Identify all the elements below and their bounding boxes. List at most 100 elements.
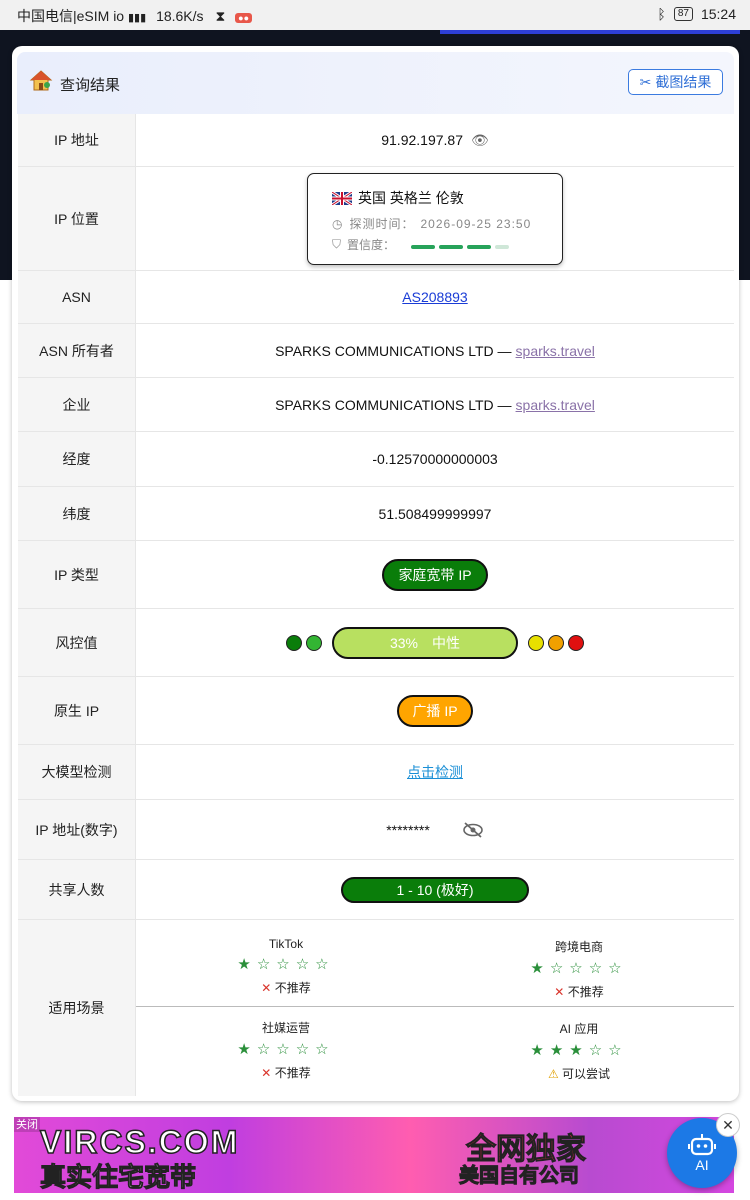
scenario-ai-apps: AI 应用 ★★★☆☆ ⚠ 可以尝试: [434, 1020, 724, 1082]
row-label: 企业: [18, 378, 136, 431]
shared-users-text: 1 - 10 (极好): [396, 881, 474, 898]
ip-type-badge: 家庭宽带 IP: [382, 558, 488, 591]
row-llm-check: 大模型检测 点击检测: [18, 745, 734, 800]
ip-type-text: 家庭宽带 IP: [398, 566, 472, 583]
scenario-cross-border-ecommerce: 跨境电商 ★☆☆☆☆ ✕ 不推荐: [434, 938, 724, 1000]
scenarios-grid: TikTok ★☆☆☆☆ ✕ 不推荐 跨境电商 ★☆☆☆☆ ✕ 不推荐 社媒运营…: [136, 920, 734, 1096]
row-label: 大模型检测: [18, 745, 136, 799]
confidence-segment: [467, 244, 492, 249]
row-value: 1 - 10 (极好): [136, 860, 734, 919]
scenario-verdict: ✕ 不推荐: [141, 979, 431, 996]
verdict-text: 不推荐: [567, 985, 604, 999]
page-title: 查询结果: [60, 77, 121, 94]
eye-icon[interactable]: 👁: [471, 132, 489, 149]
row-label: 适用场景: [18, 920, 136, 1096]
risk-meter: 33% 中性: [332, 626, 518, 659]
risk-dot: [286, 634, 302, 651]
battery-icon: 87: [673, 7, 693, 21]
risk-dot: [548, 634, 564, 651]
cross-icon: ✕: [554, 985, 565, 999]
risk-level: 中性: [432, 634, 461, 651]
shield-check-icon: ⛉: [332, 237, 342, 251]
row-ip-numeric: IP 地址(数字) ********: [18, 800, 734, 860]
robot-icon: [688, 1134, 716, 1156]
latitude-value: 51.508499999997: [378, 505, 492, 522]
risk-dot: [528, 634, 544, 651]
row-company: 企业 SPARKS COMMUNICATIONS LTD — sparks.tr…: [18, 378, 734, 432]
scenario-name: 跨境电商: [554, 940, 603, 954]
ip-numeric-masked: ********: [386, 821, 430, 838]
cross-icon: ✕: [261, 981, 272, 995]
asn-owner-value: SPARKS COMMUNICATIONS LTD —: [275, 342, 512, 359]
scenario-verdict: ✕ 不推荐: [434, 983, 724, 1000]
row-value: 英国 英格兰 伦敦 ◷ 探测时间： 2026-09-25 23:50 ⛉ 置信度…: [136, 167, 734, 270]
asn-link[interactable]: AS208893: [402, 289, 467, 305]
rating-stars: ★★★☆☆: [530, 1042, 628, 1059]
status-right: ᛒ 87 15:24: [657, 6, 736, 22]
scenario-name: AI 应用: [559, 1022, 599, 1036]
row-longitude: 经度 -0.12570000000003: [18, 432, 734, 487]
row-ip-type: IP 类型 家庭宽带 IP: [18, 541, 734, 609]
rating-stars: ★☆☆☆☆: [237, 956, 335, 973]
screenshot-button-label: 截图结果: [655, 74, 712, 90]
card-header: 查询结果 ✂ 截图结果: [17, 52, 734, 114]
close-icon[interactable]: ✕: [716, 1113, 740, 1137]
row-label: 经度: [18, 432, 136, 486]
row-scenarios: 适用场景 TikTok ★☆☆☆☆ ✕ 不推荐 跨境电商 ★☆☆☆☆ ✕ 不推荐…: [18, 920, 734, 1096]
longitude-value: -0.12570000000003: [372, 451, 498, 467]
ad-headline: VIRCS.COM: [39, 1123, 240, 1161]
row-value: AS208893: [136, 271, 734, 323]
cross-icon: ✕: [261, 1066, 272, 1080]
row-label: ASN 所有者: [18, 324, 136, 377]
ad-subline: 真实住宅宽带: [39, 1162, 197, 1193]
rating-stars: ★☆☆☆☆: [530, 960, 628, 977]
risk-dot: [306, 634, 322, 651]
risk-dot: [568, 634, 584, 651]
ad-banner[interactable]: 关闭 VIRCS.COM 真实住宅宽带 全网独家 美国自有公司: [14, 1117, 734, 1193]
row-label: 原生 IP: [18, 677, 136, 744]
confidence-segment: [439, 244, 464, 249]
rating-stars: ★☆☆☆☆: [237, 1041, 335, 1058]
confidence-label: 置信度：: [347, 238, 396, 252]
clock-icon: ◷: [332, 216, 344, 231]
confidence-line: ⛉ 置信度：: [332, 236, 513, 253]
probe-time-line: ◷ 探测时间： 2026-09-25 23:50: [332, 215, 531, 232]
verdict-text: 不推荐: [274, 1066, 311, 1080]
confidence-segment: [411, 244, 436, 249]
asn-owner-link[interactable]: sparks.travel: [516, 343, 595, 359]
bluetooth-icon: ᛒ: [657, 6, 666, 22]
carrier-label: 中国电信|eSIM io: [17, 8, 125, 24]
row-label: 纬度: [18, 487, 136, 540]
eye-off-icon[interactable]: [462, 821, 484, 839]
row-value: 33% 中性: [136, 609, 734, 676]
llm-check-link[interactable]: 点击检测: [407, 762, 463, 782]
row-latitude: 纬度 51.508499999997: [18, 487, 734, 541]
row-ip-address: IP 地址 91.92.197.87 👁: [18, 114, 734, 167]
row-asn: ASN AS208893: [18, 271, 734, 324]
recording-icon: ●●: [235, 13, 253, 23]
verdict-text: 可以尝试: [562, 1067, 611, 1081]
risk-percent: 33%: [389, 634, 419, 651]
row-label: IP 位置: [18, 167, 136, 270]
row-label: 共享人数: [18, 860, 136, 919]
network-speed: 18.6K/s: [156, 8, 204, 24]
company-link[interactable]: sparks.travel: [516, 397, 595, 413]
scenario-name: TikTok: [268, 937, 304, 951]
progress-strip: [440, 30, 740, 34]
row-value: SPARKS COMMUNICATIONS LTD — sparks.trave…: [136, 324, 734, 377]
verdict-text: 不推荐: [274, 981, 311, 995]
row-value: 广播 IP: [136, 677, 734, 744]
scenario-tiktok: TikTok ★☆☆☆☆ ✕ 不推荐: [141, 937, 431, 996]
scenario-verdict: ✕ 不推荐: [141, 1064, 431, 1081]
ip-address-value: 91.92.197.87: [381, 132, 463, 148]
row-label: IP 地址: [18, 114, 136, 166]
row-asn-owner: ASN 所有者 SPARKS COMMUNICATIONS LTD — spar…: [18, 324, 734, 378]
scenario-verdict: ⚠ 可以尝试: [434, 1065, 724, 1082]
divider: [136, 1006, 734, 1007]
row-value: 点击检测: [136, 745, 734, 799]
confidence-meter: [411, 238, 513, 252]
screenshot-button[interactable]: ✂ 截图结果: [628, 69, 723, 95]
row-ip-location: IP 位置 英国 英格兰 伦敦 ◷ 探测时间： 2026-09-25 23:50…: [18, 167, 734, 271]
row-label: 风控值: [18, 609, 136, 676]
ad-close-button[interactable]: 关闭: [14, 1117, 40, 1132]
